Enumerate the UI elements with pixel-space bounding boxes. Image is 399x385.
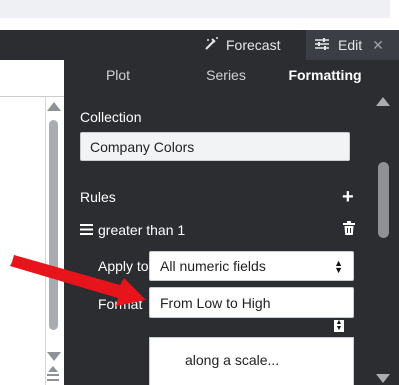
forecast-button[interactable]: Forecast — [204, 30, 280, 60]
scroll-down-icon[interactable] — [47, 352, 61, 361]
apply-to-label: Apply to — [98, 258, 149, 274]
app-root: Forecast Edit ✕ Plot Series Formatting C… — [0, 0, 399, 385]
sliders-icon — [314, 37, 338, 54]
format-dropdown: along a scale... — [149, 337, 354, 385]
panel-tabs: Plot Series Formatting — [64, 60, 370, 90]
grip-icon — [47, 374, 59, 376]
edit-button[interactable]: Edit ✕ — [306, 30, 399, 60]
edit-panel: Plot Series Formatting Collection Compan… — [64, 60, 399, 385]
left-scrollbar-thumb[interactable] — [49, 120, 58, 330]
scroll-down-icon[interactable] — [376, 374, 390, 383]
rules-label: Rules — [80, 189, 116, 205]
select-caret-icon-small[interactable]: ▲ ▼ — [334, 319, 344, 332]
collection-label: Collection — [80, 109, 142, 125]
apply-to-value: All numeric fields — [160, 258, 266, 274]
trash-icon[interactable] — [343, 221, 355, 240]
tab-plot[interactable]: Plot — [64, 60, 172, 90]
close-icon[interactable]: ✕ — [372, 37, 384, 54]
tabs-fill — [370, 60, 399, 90]
rule-item[interactable]: greater than 1 — [80, 221, 185, 239]
grip-icon-2 — [47, 379, 59, 381]
tab-series[interactable]: Series — [172, 60, 280, 90]
format-value: From Low to High — [160, 294, 271, 311]
forecast-wand-icon — [204, 36, 226, 54]
scroll-up-icon[interactable] — [47, 102, 61, 111]
scroll-up-icon[interactable] — [376, 97, 390, 106]
panel-scrollbar[interactable] — [370, 90, 399, 385]
format-select[interactable]: From Low to High — [149, 287, 354, 318]
edit-label: Edit — [338, 37, 363, 53]
collapse-up-icon[interactable] — [48, 366, 58, 372]
apply-to-select[interactable]: All numeric fields ▲ ▼ — [149, 251, 354, 281]
tab-formatting[interactable]: Formatting — [280, 60, 370, 90]
left-pane — [0, 60, 64, 385]
toolbar: Forecast Edit ✕ — [0, 30, 399, 60]
rule-name: greater than 1 — [98, 222, 186, 238]
formatting-content: Collection Company Colors Rules + greate… — [64, 90, 370, 385]
format-label: Format — [98, 296, 143, 312]
plus-icon[interactable]: + — [342, 186, 354, 209]
top-light-bar — [0, 0, 390, 18]
collection-field[interactable]: Company Colors — [80, 132, 350, 161]
forecast-label: Forecast — [226, 37, 281, 53]
dropdown-option-scale[interactable]: along a scale... — [185, 352, 279, 368]
panel-scrollbar-thumb[interactable] — [378, 162, 389, 238]
hamburger-icon[interactable] — [80, 222, 93, 238]
select-caret-icon: ▲ ▼ — [334, 258, 343, 275]
